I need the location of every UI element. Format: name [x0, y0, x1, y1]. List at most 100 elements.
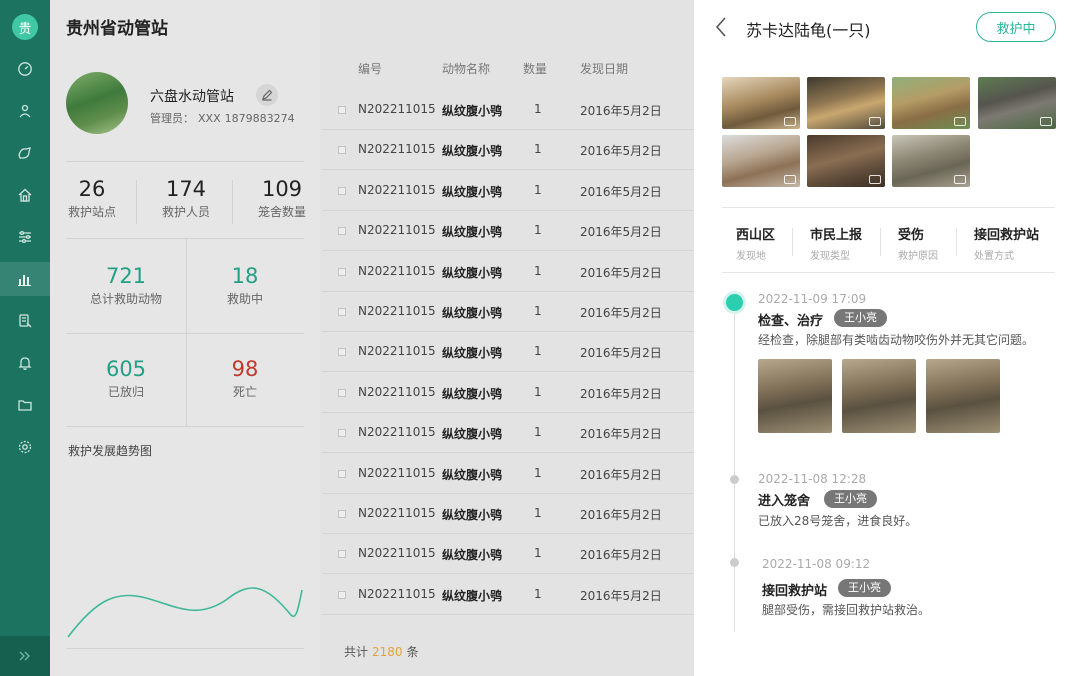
animal-photo[interactable] — [978, 77, 1056, 129]
table-row[interactable]: N202211015 纵纹腹小鸮 1 2016年5月2日 — [322, 454, 694, 494]
table-row[interactable]: N202211015 纵纹腹小鸮 1 2016年5月2日 — [322, 171, 694, 211]
dashboard-icon[interactable] — [15, 59, 35, 79]
table-row[interactable]: N202211015 纵纹腹小鸮 1 2016年5月2日 — [322, 252, 694, 292]
cell-quantity: 1 — [534, 384, 542, 399]
records-icon[interactable] — [15, 311, 35, 331]
home-icon[interactable] — [15, 185, 35, 205]
gear-icon[interactable] — [15, 437, 35, 457]
app-logo: 贵 — [12, 14, 38, 40]
camera-icon — [784, 175, 796, 184]
table-row[interactable]: N202211015 纵纹腹小鸮 1 2016年5月2日 — [322, 211, 694, 252]
cell-animal-name: 纵纹腹小鸮 — [442, 306, 503, 320]
manager-info: 管理员： XXX 1879883274 — [150, 110, 295, 126]
timeline-event: 接回救护站 — [762, 584, 828, 599]
cell-animal-name: 纵纹腹小鸮 — [442, 184, 503, 199]
timeline-description: 经检查，除腿部有类啮齿动物咬伤外并无其它问题。 — [758, 333, 1035, 347]
sidebar: 贵 — [0, 0, 50, 676]
timeline-photo[interactable] — [758, 359, 832, 433]
cell-animal-name: 纵纹腹小鸮 — [442, 144, 503, 159]
row-checkbox[interactable] — [338, 308, 346, 316]
statistics-icon[interactable] — [0, 262, 50, 296]
cell-animal-name: 纵纹腹小鸮 — [442, 225, 503, 240]
cell-date: 2016年5月2日 — [580, 588, 662, 603]
timeline-line — [734, 302, 735, 632]
timeline-description: 腿部受伤，需接回救护站救治。 — [762, 603, 931, 617]
row-checkbox[interactable] — [338, 590, 346, 599]
animal-photo[interactable] — [807, 77, 885, 129]
cell-animal-name: 纵纹腹小鸮 — [442, 104, 503, 118]
table-row[interactable]: N202211015 纵纹腹小鸮 1 2016年5月2日 — [322, 413, 694, 454]
column-header-date: 发现日期 — [580, 62, 629, 76]
table-row[interactable]: N202211015 纵纹腹小鸮 1 2016年5月2日 — [322, 575, 694, 615]
cell-animal-name: 纵纹腹小鸮 — [442, 386, 503, 401]
animal-photo[interactable] — [892, 77, 970, 129]
cell-id: N202211015 — [358, 304, 436, 318]
timeline-photo[interactable] — [926, 359, 1000, 433]
table-row[interactable]: N202211015 纵纹腹小鸮 1 2016年5月2日 — [322, 534, 694, 575]
manager-label: 管理员： — [150, 112, 194, 125]
edit-station-button[interactable] — [256, 84, 278, 106]
cell-quantity: 1 — [534, 465, 542, 480]
cell-animal-name: 纵纹腹小鸮 — [442, 467, 503, 482]
rescue-icon[interactable] — [15, 101, 35, 121]
table-row[interactable]: N202211015 纵纹腹小鸮 1 2016年5月2日 — [322, 332, 694, 373]
row-checkbox[interactable] — [338, 429, 346, 438]
row-checkbox[interactable] — [338, 510, 346, 518]
table-row[interactable]: N202211015 纵纹腹小鸮 1 2016年5月2日 — [322, 130, 694, 171]
animal-photo[interactable] — [807, 135, 885, 187]
cell-date: 2016年5月2日 — [580, 386, 662, 401]
station-avatar — [66, 72, 128, 134]
folder-icon[interactable] — [15, 395, 35, 415]
back-button[interactable] — [714, 16, 728, 42]
row-checkbox[interactable] — [338, 227, 346, 236]
row-checkbox[interactable] — [338, 186, 346, 195]
table-row[interactable]: N202211015 纵纹腹小鸮 1 2016年5月2日 — [322, 292, 694, 332]
cell-date: 2016年5月2日 — [580, 548, 662, 563]
cell-quantity: 1 — [534, 182, 542, 197]
cell-id: N202211015 — [358, 425, 436, 440]
cell-id: N202211015 — [358, 546, 436, 561]
row-checkbox[interactable] — [338, 348, 346, 357]
timeline-event: 检查、治疗 — [758, 314, 824, 329]
animal-icon[interactable] — [15, 143, 35, 163]
cell-id: N202211015 — [358, 344, 436, 359]
status-button[interactable]: 救护中 — [976, 12, 1056, 42]
cell-date: 2016年5月2日 — [580, 508, 662, 522]
row-checkbox[interactable] — [338, 146, 346, 155]
cell-id: N202211015 — [358, 102, 436, 116]
manager-phone: 1879883274 — [224, 112, 295, 125]
bell-icon[interactable] — [15, 353, 35, 373]
cell-quantity: 1 — [534, 102, 542, 116]
table-header: 编号 动物名称 数量 发现日期 — [322, 48, 694, 88]
table-row[interactable]: N202211015 纵纹腹小鸮 1 2016年5月2日 — [322, 494, 694, 534]
table-row[interactable]: N202211015 纵纹腹小鸮 1 2016年5月2日 — [322, 90, 694, 130]
filter-icon[interactable] — [15, 227, 35, 247]
stat-rescue-sites: 26 救护站点 — [67, 177, 116, 219]
trend-chart-title: 救护发展趋势图 — [68, 444, 153, 458]
row-checkbox[interactable] — [338, 550, 346, 559]
cell-date: 2016年5月2日 — [580, 346, 662, 361]
cell-quantity: 1 — [534, 586, 542, 601]
camera-icon — [869, 175, 881, 184]
row-checkbox[interactable] — [338, 388, 346, 397]
timeline-photo[interactable] — [842, 359, 916, 433]
animal-photo[interactable] — [722, 77, 800, 129]
animal-photo[interactable] — [722, 135, 800, 187]
camera-icon — [1040, 117, 1052, 126]
animal-photo[interactable] — [892, 135, 970, 187]
row-checkbox[interactable] — [338, 469, 346, 478]
table-total: 共计 2180 条 — [344, 645, 419, 659]
cell-animal-name: 纵纹腹小鸮 — [442, 427, 503, 442]
expand-sidebar-button[interactable] — [0, 636, 50, 676]
timeline-description: 已放入28号笼舍，进食良好。 — [758, 514, 918, 528]
cell-date: 2016年5月2日 — [580, 184, 662, 199]
station-panel: 贵州省动管站 六盘水动管站 管理员： XXX 1879883274 26 救护站点 1… — [50, 0, 320, 676]
row-checkbox[interactable] — [338, 106, 346, 114]
trend-line-chart — [67, 587, 303, 638]
cell-id: N202211015 — [358, 506, 436, 520]
station-name: 六盘水动管站 — [150, 89, 234, 105]
cell-date: 2016年5月2日 — [580, 104, 662, 118]
table-row[interactable]: N202211015 纵纹腹小鸮 1 2016年5月2日 — [322, 373, 694, 413]
stat-deceased: 98 死亡 — [231, 357, 259, 399]
row-checkbox[interactable] — [338, 267, 346, 276]
